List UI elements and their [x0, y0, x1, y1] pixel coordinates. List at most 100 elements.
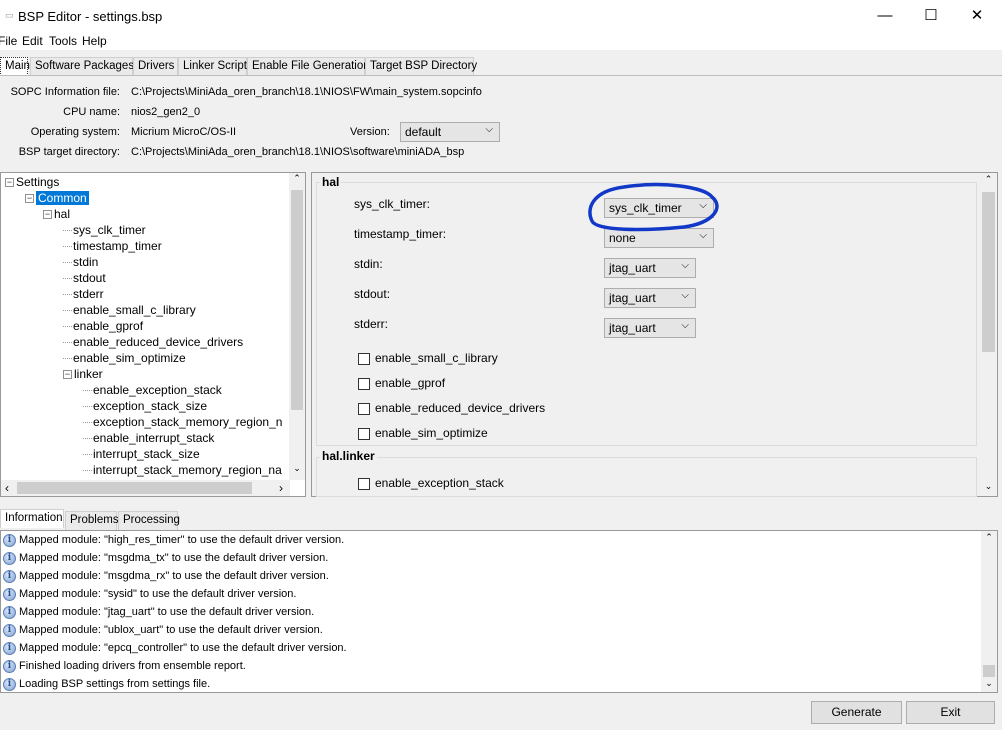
tab-problems[interactable]: Problems — [65, 511, 119, 530]
scrollbar-thumb[interactable] — [291, 190, 303, 410]
log-message: Loading BSP settings from settings file. — [19, 678, 211, 690]
maximize-button[interactable]: ☐ — [908, 0, 954, 32]
tab-linker-script[interactable]: Linker Script — [178, 57, 247, 76]
tree-item[interactable]: enable_small_c_library — [63, 302, 196, 318]
generate-button[interactable]: Generate — [811, 701, 902, 724]
tree-item[interactable]: stdout — [63, 270, 106, 286]
hal-linker-group-title: hal.linker — [320, 449, 377, 463]
menu-bar: File Edit Tools Help — [0, 33, 1002, 50]
scroll-down-icon[interactable]: ⌄ — [981, 678, 997, 689]
tree-connector — [83, 390, 92, 392]
tab-target-bsp-directory[interactable]: Target BSP Directory — [365, 57, 477, 76]
divider — [0, 75, 1002, 76]
field-select[interactable]: jtag_uart ⌵ — [604, 258, 696, 278]
tree-item-label: sys_clk_timer — [73, 223, 146, 237]
tree-item[interactable]: enable_sim_optimize — [63, 350, 186, 366]
scroll-left-icon[interactable]: ‹ — [5, 481, 9, 495]
tab-main[interactable]: Main — [0, 57, 30, 76]
tree-connector — [63, 358, 72, 360]
tree-vertical-scrollbar[interactable]: ⌃ ⌄ — [289, 173, 305, 480]
tree-item[interactable]: − Common — [25, 190, 89, 206]
scrollbar-thumb[interactable] — [982, 192, 995, 352]
collapse-icon[interactable]: − — [25, 194, 34, 204]
log-entry: i Mapped module: "ublox_uart" to use the … — [3, 621, 323, 639]
log-entry: i Mapped module: "jtag_uart" to use the d… — [3, 603, 314, 621]
scrollbar-thumb[interactable] — [17, 482, 252, 494]
settings-vertical-scrollbar[interactable]: ⌃ ⌄ — [980, 173, 997, 496]
menu-help[interactable]: Help — [82, 34, 107, 48]
tree-item[interactable]: stderr — [63, 286, 104, 302]
scroll-up-icon[interactable]: ⌃ — [980, 174, 997, 185]
tree-connector — [63, 262, 72, 264]
field-label: stdin: — [354, 257, 383, 271]
checkbox-enable-sim-optimize[interactable]: enable_sim_optimize — [358, 426, 488, 440]
tree-item[interactable]: − hal — [43, 206, 70, 222]
os-value: Micrium MicroC/OS-II — [131, 126, 237, 138]
collapse-icon[interactable]: − — [5, 178, 14, 188]
field-label: stderr: — [354, 317, 389, 331]
window-title: BSP Editor - settings.bsp — [18, 9, 163, 24]
checkbox-box[interactable] — [358, 377, 370, 390]
tree-item[interactable]: exception_stack_size — [83, 398, 207, 414]
tree-item[interactable]: sys_clk_timer — [63, 222, 146, 238]
tree-item[interactable]: − linker — [63, 366, 103, 382]
tree-item[interactable]: exception_stack_memory_region_n — [83, 414, 282, 430]
log-entry: i Mapped module: "msgdma_tx" to use the d… — [3, 549, 328, 567]
os-label: Operating system: — [30, 126, 120, 138]
checkbox-enable-exception-stack[interactable]: enable_exception_stack — [358, 476, 504, 490]
tree-item[interactable]: enable_interrupt_stack — [83, 430, 214, 446]
tree-connector — [83, 470, 92, 472]
tree-item[interactable]: interrupt_stack_memory_region_na — [83, 462, 282, 478]
tab-software-packages[interactable]: Software Packages — [30, 57, 134, 76]
version-select[interactable]: default ⌵ — [400, 122, 500, 142]
tree-item-label: exception_stack_size — [93, 399, 208, 413]
scroll-down-icon[interactable]: ⌄ — [289, 463, 305, 474]
tree-item[interactable]: enable_gprof — [63, 318, 143, 334]
minimize-button[interactable]: — — [862, 0, 908, 32]
tree-item[interactable]: stdin — [63, 254, 98, 270]
menu-file[interactable]: File — [0, 34, 17, 48]
menu-edit[interactable]: Edit — [22, 34, 43, 48]
tree-horizontal-scrollbar[interactable]: ‹ › — [1, 480, 290, 496]
checkbox-box[interactable] — [358, 477, 370, 490]
field-select[interactable]: jtag_uart ⌵ — [604, 288, 696, 308]
tab-drivers[interactable]: Drivers — [133, 57, 178, 76]
tree-item-label: interrupt_stack_memory_region_na — [93, 463, 282, 477]
collapse-icon[interactable]: − — [43, 210, 52, 220]
tree-connector — [83, 438, 92, 440]
checkbox-enable-reduced-device-drivers[interactable]: enable_reduced_device_drivers — [358, 401, 545, 415]
exit-button[interactable]: Exit — [906, 701, 995, 724]
close-button[interactable]: ✕ — [954, 0, 1000, 32]
tree-item[interactable]: interrupt_stack_size — [83, 446, 200, 462]
field-select[interactable]: jtag_uart ⌵ — [604, 318, 696, 338]
log-message: Mapped module: "ublox_uart" to use the d… — [19, 624, 323, 636]
bsp-dir-label: BSP target directory: — [18, 146, 120, 158]
scroll-right-icon[interactable]: › — [279, 481, 283, 495]
tree-item[interactable]: enable_exception_stack — [83, 382, 222, 398]
sopc-value: C:\Projects\MiniAda_oren_branch\18.1\NIO… — [131, 86, 482, 98]
checkbox-enable-small-c-library[interactable]: enable_small_c_library — [358, 351, 498, 365]
checkbox-box[interactable] — [358, 427, 370, 440]
scroll-up-icon[interactable]: ⌃ — [981, 532, 997, 543]
tree-item-label: exception_stack_memory_region_n — [93, 415, 283, 429]
tree-item[interactable]: timestamp_timer — [63, 238, 162, 254]
tab-information[interactable]: Information — [0, 509, 64, 528]
tab-enable-file-generation[interactable]: Enable File Generation — [247, 57, 370, 76]
scrollbar-thumb[interactable] — [983, 665, 995, 677]
collapse-icon[interactable]: − — [63, 370, 72, 380]
scroll-down-icon[interactable]: ⌄ — [980, 481, 997, 492]
scroll-up-icon[interactable]: ⌃ — [289, 173, 305, 184]
tab-processing[interactable]: Processing — [118, 511, 180, 530]
checkbox-box[interactable] — [358, 352, 370, 365]
tree-item[interactable]: enable_reduced_device_drivers — [63, 334, 243, 350]
checkbox-enable-gprof[interactable]: enable_gprof — [358, 376, 445, 390]
chevron-down-icon: ⌵ — [681, 290, 689, 301]
tree-item[interactable]: − Settings — [5, 174, 59, 190]
tree-item-label: enable_reduced_device_drivers — [73, 335, 244, 349]
log-vertical-scrollbar[interactable]: ⌃ ⌄ — [981, 531, 997, 692]
checkbox-box[interactable] — [358, 402, 370, 415]
menu-tools[interactable]: Tools — [49, 34, 77, 48]
tree-item-label: stdout — [73, 271, 106, 285]
log-entry: i Loading BSP settings from settings file… — [3, 675, 210, 693]
field-label: timestamp_timer: — [354, 227, 447, 241]
